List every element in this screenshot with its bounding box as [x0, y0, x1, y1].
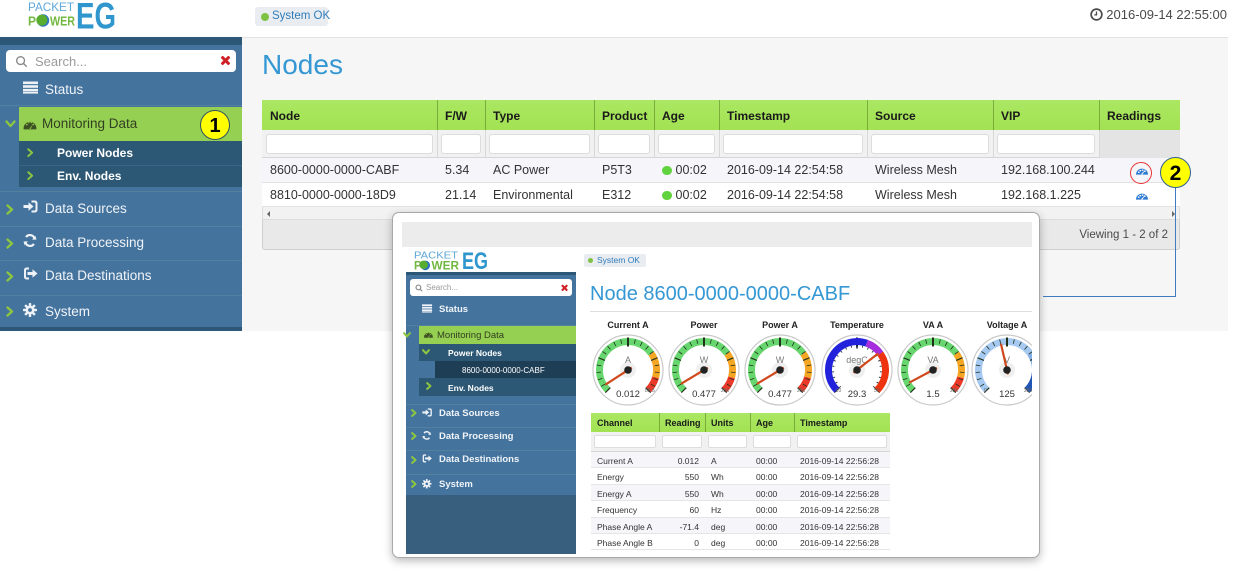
- svg-text:0.477: 0.477: [692, 389, 716, 400]
- svg-text:1.5: 1.5: [926, 389, 939, 400]
- svg-text:50: 50: [874, 388, 880, 394]
- svg-text:PACKET: PACKET: [28, 2, 74, 14]
- svg-text:25k: 25k: [721, 388, 730, 394]
- svg-text:WER: WER: [432, 259, 460, 273]
- svg-text:P: P: [28, 14, 36, 29]
- svg-text:25k: 25k: [797, 388, 806, 394]
- svg-text:-10: -10: [834, 388, 841, 394]
- svg-text:WER: WER: [50, 14, 75, 29]
- svg-text:29.3: 29.3: [848, 389, 867, 400]
- svg-text:283: 283: [1024, 388, 1032, 394]
- svg-text:25k: 25k: [950, 388, 959, 394]
- svg-text:125: 125: [999, 389, 1015, 400]
- svg-text:0.477: 0.477: [768, 389, 792, 400]
- svg-text:88.5: 88.5: [645, 388, 655, 394]
- svg-text:EG: EG: [76, 0, 116, 33]
- svg-text:EG: EG: [462, 250, 488, 272]
- svg-text:0: 0: [984, 388, 987, 394]
- svg-text:0.012: 0.012: [616, 389, 640, 400]
